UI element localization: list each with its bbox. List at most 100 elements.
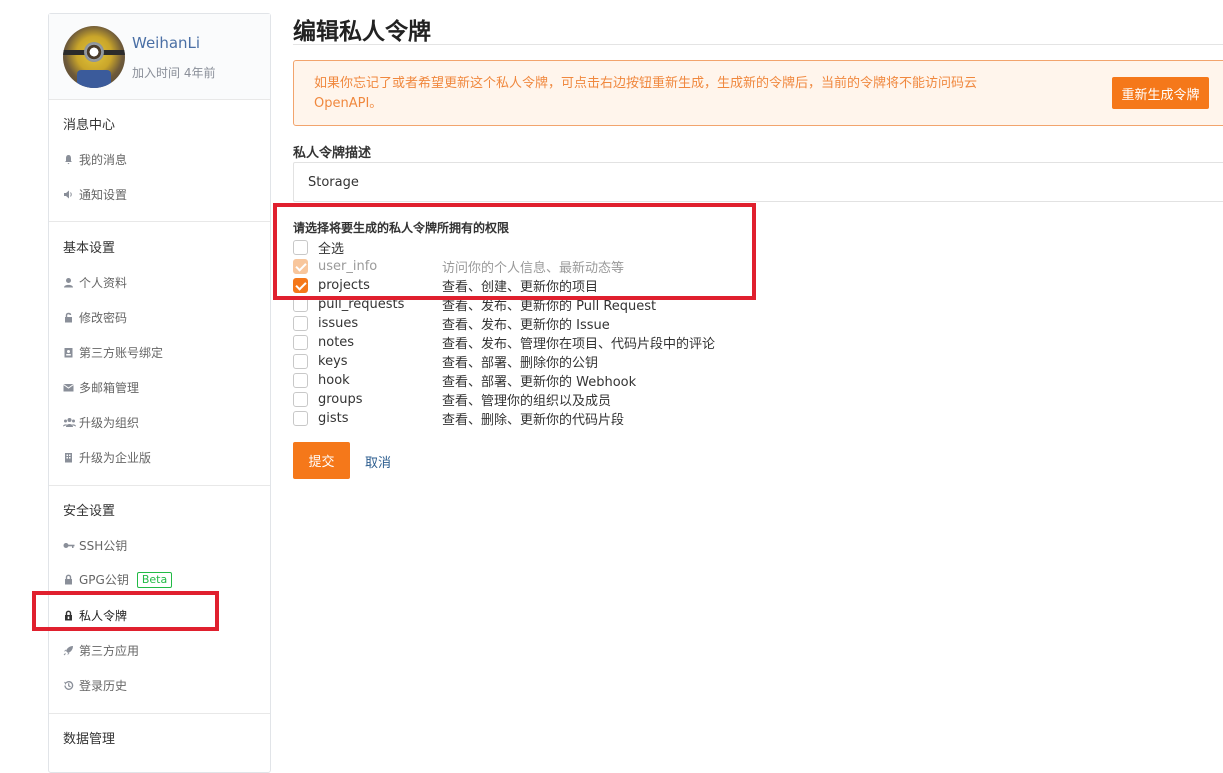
permission-name: pull_requests xyxy=(318,297,405,312)
lock-icon xyxy=(63,574,74,585)
sidebar-item-label: 升级为组织 xyxy=(79,416,140,430)
permission-row-pull-requests[interactable]: pull_requests 查看、发布、更新你的 Pull Request xyxy=(293,295,656,314)
sidebar-item-label: 升级为企业版 xyxy=(79,451,152,465)
divider xyxy=(49,713,270,714)
permission-description: 查看、删除、更新你的代码片段 xyxy=(442,413,625,428)
unlock-icon xyxy=(63,312,74,323)
permission-description: 查看、发布、管理你在项目、代码片段中的评论 xyxy=(442,337,716,352)
sidebar-item-label: 我的消息 xyxy=(79,153,128,167)
key-icon xyxy=(63,540,75,551)
section-title-data: 数据管理 xyxy=(63,732,116,747)
sidebar-item-ssh-keys[interactable]: SSH公钥 xyxy=(63,537,127,554)
select-all-label: 全选 xyxy=(318,242,345,257)
alert-message: 如果你忘记了或者希望更新这个私人令牌，可点击右边按钮重新生成，生成新的令牌后，当… xyxy=(314,76,978,111)
permission-name: groups xyxy=(318,392,363,407)
description-label: 私人令牌描述 xyxy=(293,146,372,161)
beta-badge: Beta xyxy=(136,571,173,588)
permission-row-gists[interactable]: gists 查看、删除、更新你的代码片段 xyxy=(293,409,624,428)
sidebar-item-label: GPG公钥 xyxy=(79,573,129,587)
select-all-checkbox[interactable] xyxy=(293,240,308,255)
permission-name: issues xyxy=(318,316,359,331)
permission-row-hook[interactable]: hook 查看、部署、更新你的 Webhook xyxy=(293,371,636,390)
permission-description: 查看、管理你的组织以及成员 xyxy=(442,394,612,409)
permission-checkbox-groups[interactable] xyxy=(293,392,308,407)
permission-row-keys[interactable]: keys 查看、部署、删除你的公钥 xyxy=(293,352,598,371)
cancel-link[interactable]: 取消 xyxy=(365,452,391,471)
permission-checkbox-gists[interactable] xyxy=(293,411,308,426)
description-input[interactable] xyxy=(293,162,1223,202)
profile-joined: 加入时间 4年前 xyxy=(132,66,216,80)
permission-checkbox-hook[interactable] xyxy=(293,373,308,388)
permissions-label: 请选择将要生成的私人令牌所拥有的权限 xyxy=(293,221,510,235)
permission-name: hook xyxy=(318,373,350,388)
permission-description: 查看、部署、删除你的公钥 xyxy=(442,356,599,371)
sidebar-item-notification-settings[interactable]: 通知设置 xyxy=(63,186,127,203)
sidebar-item-label: 登录历史 xyxy=(79,679,128,693)
submit-button[interactable]: 提交 xyxy=(293,442,350,479)
regenerate-token-button[interactable]: 重新生成令牌 xyxy=(1112,77,1209,109)
sidebar-item-change-password[interactable]: 修改密码 xyxy=(63,309,127,326)
history-icon xyxy=(63,680,74,691)
permission-row-projects[interactable]: projects 查看、创建、更新你的项目 xyxy=(293,276,598,295)
divider xyxy=(293,44,1223,45)
sidebar-item-label: 个人资料 xyxy=(79,276,128,290)
sidebar-item-upgrade-org[interactable]: 升级为组织 xyxy=(63,414,139,431)
sidebar-item-login-history[interactable]: 登录历史 xyxy=(63,677,127,694)
regenerate-alert: 如果你忘记了或者希望更新这个私人令牌，可点击右边按钮重新生成，生成新的令牌后，当… xyxy=(293,60,1223,126)
permission-checkbox-keys[interactable] xyxy=(293,354,308,369)
divider xyxy=(49,221,270,222)
permission-description: 查看、发布、更新你的 Pull Request xyxy=(442,299,657,314)
sidebar-item-label: 第三方应用 xyxy=(79,644,140,658)
token-icon xyxy=(63,610,74,621)
permission-name: projects xyxy=(318,278,370,293)
profile-name[interactable]: WeihanLi xyxy=(132,34,200,52)
sidebar-item-multi-email[interactable]: 多邮箱管理 xyxy=(63,379,139,396)
section-title-security: 安全设置 xyxy=(63,504,116,519)
section-title-messages: 消息中心 xyxy=(63,118,116,133)
permission-row-groups[interactable]: groups 查看、管理你的组织以及成员 xyxy=(293,390,611,409)
sidebar-item-label: 私人令牌 xyxy=(79,609,128,623)
permission-checkbox-notes[interactable] xyxy=(293,335,308,350)
sidebar-item-label: 修改密码 xyxy=(79,311,128,325)
user-icon xyxy=(63,277,74,288)
sidebar-item-label: SSH公钥 xyxy=(79,539,128,553)
sidebar-item-label: 多邮箱管理 xyxy=(79,381,140,395)
sidebar-item-private-tokens[interactable]: 私人令牌 xyxy=(63,607,127,624)
permission-row-notes[interactable]: notes 查看、发布、管理你在项目、代码片段中的评论 xyxy=(293,333,715,352)
profile-card: WeihanLi 加入时间 4年前 xyxy=(49,14,270,100)
permission-name: keys xyxy=(318,354,348,369)
sidebar-item-third-party-binding[interactable]: 第三方账号绑定 xyxy=(63,344,163,361)
envelope-icon xyxy=(63,382,74,393)
sidebar-item-label: 第三方账号绑定 xyxy=(79,346,164,360)
permission-name: notes xyxy=(318,335,355,350)
rocket-icon xyxy=(63,645,74,656)
permission-description: 查看、创建、更新你的项目 xyxy=(442,280,599,295)
bell-icon xyxy=(63,154,74,165)
avatar[interactable] xyxy=(63,26,125,88)
permission-checkbox-projects[interactable] xyxy=(293,278,308,293)
sidebar-item-my-messages[interactable]: 我的消息 xyxy=(63,151,127,168)
sidebar-item-third-party-apps[interactable]: 第三方应用 xyxy=(63,642,139,659)
permission-checkbox-pull-requests[interactable] xyxy=(293,297,308,312)
permission-description: 访问你的个人信息、最新动态等 xyxy=(442,261,625,276)
sidebar: WeihanLi 加入时间 4年前 消息中心 我的消息 通知设置 基本设置 个人… xyxy=(48,13,271,773)
sidebar-item-profile[interactable]: 个人资料 xyxy=(63,274,127,291)
sidebar-item-label: 通知设置 xyxy=(79,188,128,202)
permission-checkbox-issues[interactable] xyxy=(293,316,308,331)
divider xyxy=(49,485,270,486)
page-title: 编辑私人令牌 xyxy=(293,19,431,45)
permission-row-user-info: user_info 访问你的个人信息、最新动态等 xyxy=(293,257,624,276)
id-card-icon xyxy=(63,347,74,358)
permission-name: gists xyxy=(318,411,349,426)
enterprise-icon xyxy=(63,452,74,463)
sidebar-item-upgrade-enterprise[interactable]: 升级为企业版 xyxy=(63,449,151,466)
permission-checkbox-user-info xyxy=(293,259,308,274)
sidebar-item-gpg-keys[interactable]: GPG公钥 Beta xyxy=(63,571,173,588)
permission-description: 查看、发布、更新你的 Issue xyxy=(442,318,610,333)
permission-row-issues[interactable]: issues 查看、发布、更新你的 Issue xyxy=(293,314,610,333)
select-all-row[interactable]: 全选 xyxy=(293,238,344,257)
users-icon xyxy=(63,417,76,428)
section-title-basic: 基本设置 xyxy=(63,241,116,256)
permission-name: user_info xyxy=(318,259,378,274)
permission-description: 查看、部署、更新你的 Webhook xyxy=(442,375,637,390)
